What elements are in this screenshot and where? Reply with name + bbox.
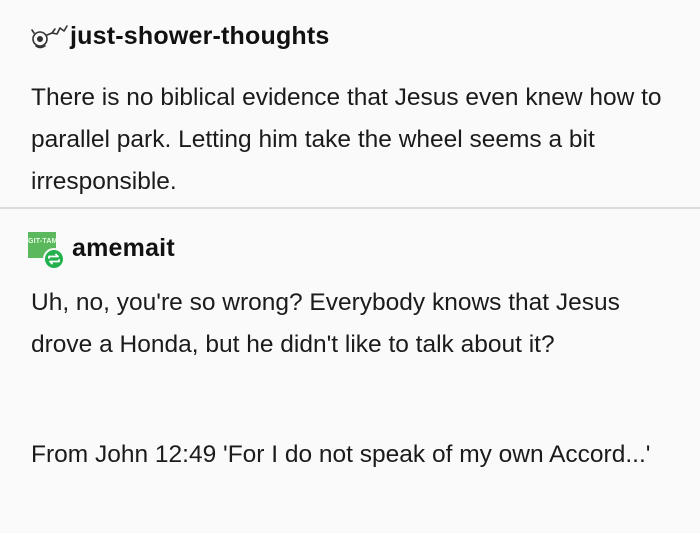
post-divider [0, 207, 700, 209]
tumblr-post-thread: just-shower-thoughts There is no biblica… [0, 0, 700, 533]
post-body-text: From John 12:49 'For I do not speak of m… [31, 441, 651, 468]
post-body-text: Uh, no, you're so wrong? Everybody knows… [31, 289, 620, 358]
username[interactable]: amemait [72, 234, 175, 263]
post-2-header: GIT-TAM amemait [28, 226, 175, 270]
green-avatar-icon[interactable]: GIT-TAM [28, 228, 72, 270]
username[interactable]: just-shower-thoughts [70, 22, 330, 51]
post-body-text: There is no biblical evidence that Jesus… [31, 84, 662, 195]
reblog-icon [43, 248, 65, 270]
doodle-mask-icon[interactable] [30, 21, 70, 51]
post-1-header: just-shower-thoughts [30, 18, 330, 54]
avatar-text: GIT-TAM [28, 238, 56, 245]
